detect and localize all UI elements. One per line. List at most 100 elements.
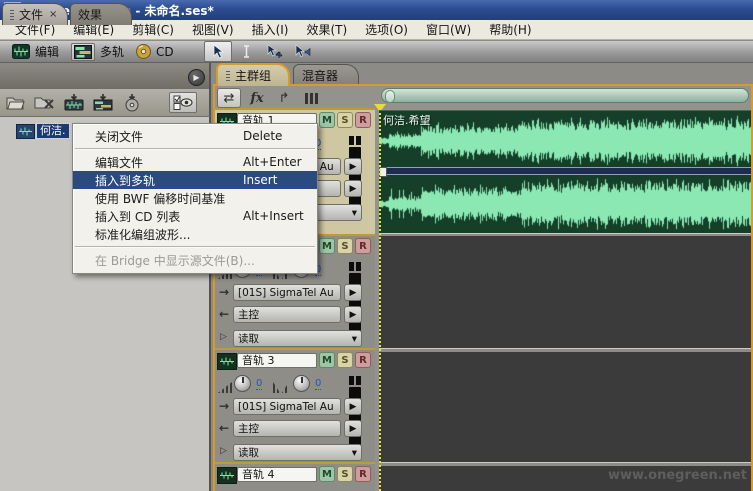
insert-into-session-icon[interactable] [90,92,116,113]
files-panel-tabbar [0,63,211,89]
menu-insert[interactable]: 插入(I) [243,19,298,40]
output-select-button[interactable]: 主控 [233,420,341,437]
menu-item-reveal-in-bridge[interactable]: 在 Bridge 中显示源文件(B)... [73,251,317,269]
display-options-icon[interactable] [169,92,197,113]
routing-button[interactable]: ↱ [273,89,295,107]
audio-clip-track1[interactable]: 何洁.希望 [379,110,751,233]
dropdown-caret-icon: ▾ [351,446,357,459]
record-arm-button[interactable]: R [355,112,371,128]
tab-mixer[interactable]: 混音器 [293,64,359,85]
menu-item-insert-into-cd-list[interactable]: 插入到 CD 列表 Alt+Insert [73,207,317,225]
tab-main-group[interactable]: 主群组 [216,63,290,86]
input-expand-button[interactable]: ▶ [344,284,362,301]
menu-separator [75,148,315,150]
solo-button[interactable]: S [337,352,353,368]
hybrid-tool[interactable] [290,42,316,61]
mute-button[interactable]: M [319,112,335,128]
import-file-icon[interactable] [3,92,29,113]
menu-item-edit-file[interactable]: 编辑文件 Alt+Enter [73,153,317,171]
automation-mode-button[interactable]: 读取▾ [233,330,362,347]
automation-expand-icon[interactable]: ▷ [220,446,227,456]
multitrack-view-icon [71,42,96,61]
automation-mode-button[interactable]: 读取▾ [233,444,362,461]
menu-help[interactable]: 帮助(H) [480,19,540,40]
tab-main-group-label: 主群组 [235,69,272,83]
file-list-item[interactable]: 何洁. [16,123,70,139]
mute-button[interactable]: M [319,352,335,368]
horizontal-scrollbar[interactable] [381,88,749,103]
edit-view-button[interactable]: 编辑 [12,43,59,60]
menu-item-insert-into-multitrack[interactable]: 插入到多轨 Insert [73,171,317,189]
track-waveform-icon [217,467,237,484]
output-expand-button[interactable]: ▶ [344,180,362,197]
close-file-icon[interactable] [32,92,58,113]
insert-into-cd-icon[interactable] [119,92,145,113]
empty-track-lane-2[interactable] [379,236,751,348]
edit-view-icon [12,44,30,59]
solo-button[interactable]: S [337,466,353,482]
menu-separator [75,246,315,248]
volume-value[interactable]: 0 [256,378,263,390]
scrollbar-left-cap[interactable] [385,90,395,103]
clip-indicator [349,376,361,385]
cd-view-label: CD [156,44,174,59]
tab-effects[interactable]: 效果 [70,3,132,25]
menu-clip[interactable]: 剪辑(C) [123,19,183,40]
track-panel-3: 音轨 3 M S R 0 0 → [01S] SigmaTel Au ▶ ← 主… [215,348,375,462]
input-expand-button[interactable]: ▶ [344,158,362,175]
track-name-field[interactable]: 音轨 3 [237,353,317,368]
menu-item-use-bwf-offset[interactable]: 使用 BWF 偏移时间基准 [73,189,317,207]
volume-icon [218,382,232,393]
tab-files-label: 文件 [19,8,44,22]
cd-view-icon [136,44,152,59]
track-name-field[interactable]: 音轨 4 [237,467,317,482]
fx-button[interactable]: fx [246,89,268,107]
mute-button[interactable]: M [319,238,335,254]
menu-item-close-file[interactable]: 关闭文件 Delete [73,127,317,145]
pan-value[interactable]: 0 [315,378,322,390]
track-controls-toolbar: ⇄ fx ↱ [217,88,327,108]
cd-view-button[interactable]: CD [136,44,174,59]
pan-knob[interactable] [293,375,310,392]
playhead-line[interactable] [379,112,381,491]
input-select-button[interactable]: [01S] SigmaTel Au [233,398,341,415]
context-menu: 关闭文件 Delete 编辑文件 Alt+Enter 插入到多轨 Insert 使用 … [72,123,318,274]
menu-effects[interactable]: 效果(T) [297,19,356,40]
dropdown-caret-icon: ▾ [351,206,357,219]
automation-expand-icon[interactable]: ▷ [220,332,227,342]
audition-window: Au Adobe Audition - 未命名.ses* 文件(F) 编辑(E)… [0,0,753,491]
solo-button[interactable]: S [337,238,353,254]
output-expand-button[interactable]: ▶ [344,420,362,437]
channel-divider [379,167,751,177]
move-clip-tool[interactable] [262,42,288,61]
output-select-button[interactable]: 主控 [233,306,341,323]
tab-files[interactable]: 文件 × [2,3,68,25]
record-arm-button[interactable]: R [355,352,371,368]
multitrack-view-button[interactable]: 多轨 [71,42,125,61]
clip-indicator [349,262,361,271]
output-expand-button[interactable]: ▶ [344,306,362,323]
volume-knob[interactable] [234,375,251,392]
empty-track-lane-3[interactable] [379,352,751,462]
meters-button[interactable] [300,89,322,107]
solo-button[interactable]: S [337,112,353,128]
input-select-button[interactable]: [01S] SigmaTel Au [233,284,341,301]
menu-window[interactable]: 窗口(W) [417,19,480,40]
ibeam-tool[interactable] [234,42,260,61]
menu-item-normalize-group-waveform[interactable]: 标准化编组波形... [73,225,317,243]
menu-options[interactable]: 选项(O) [356,19,417,40]
file-item-label: 何洁. [36,123,70,139]
mute-button[interactable]: M [319,466,335,482]
loop-mode-button[interactable]: ⇄ [217,88,241,108]
multitrack-view-label: 多轨 [100,45,125,59]
time-selection-tool[interactable] [203,41,232,62]
input-expand-button[interactable]: ▶ [344,398,362,415]
menu-view[interactable]: 视图(V) [183,19,243,40]
panel-menu-button[interactable]: ▶ [188,69,205,86]
insert-into-multitrack-icon[interactable] [61,92,87,113]
watermark: www.onegreen.net [608,468,747,483]
record-arm-button[interactable]: R [355,466,371,482]
input-arrow-icon: → [219,285,230,299]
tab-close-icon[interactable]: × [49,9,57,20]
record-arm-button[interactable]: R [355,238,371,254]
